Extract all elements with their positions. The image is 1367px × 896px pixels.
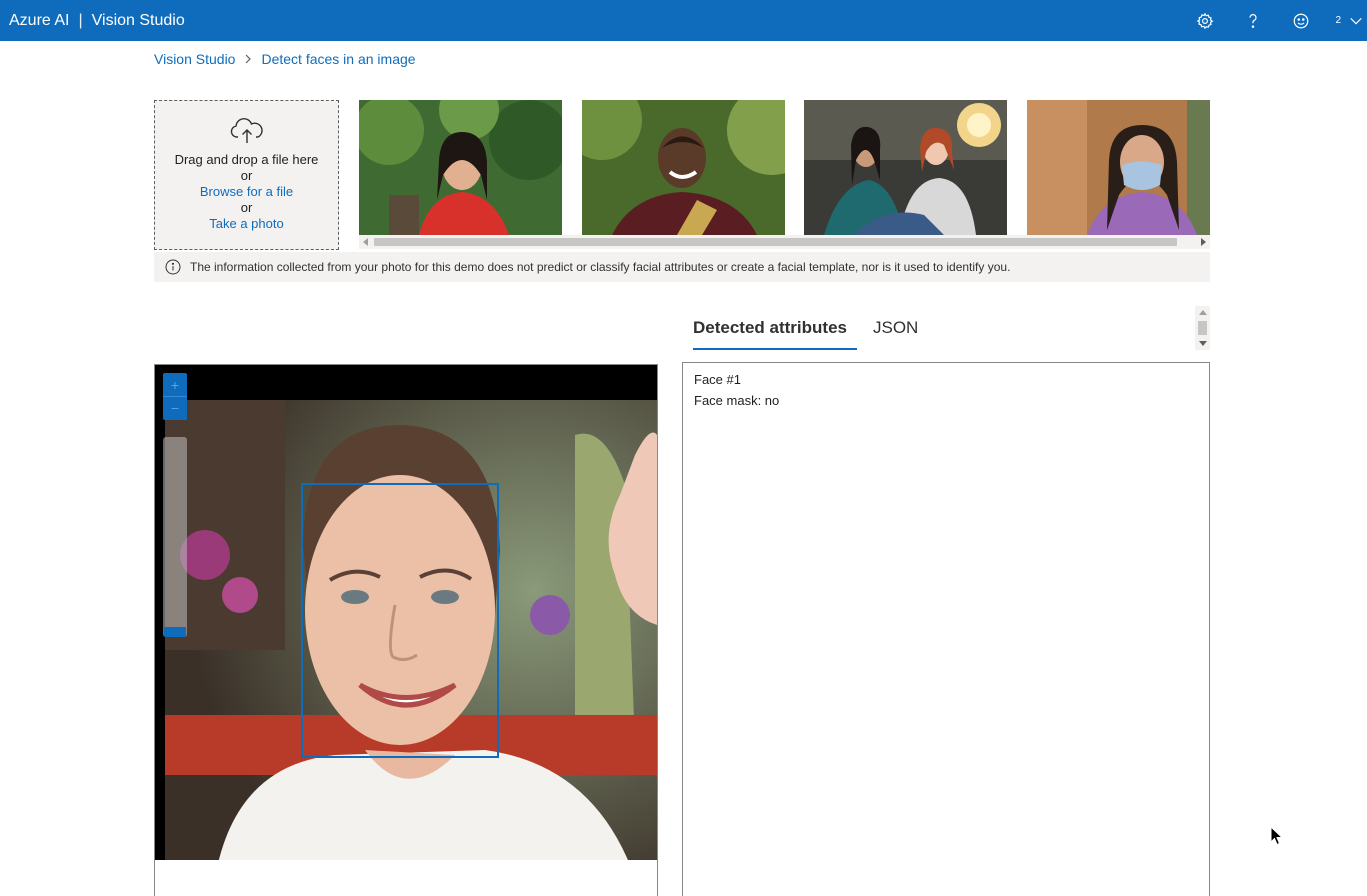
header-actions: 2 bbox=[1181, 0, 1367, 41]
result-face-title: Face #1 bbox=[694, 372, 741, 387]
or-text: or bbox=[240, 168, 253, 183]
help-icon bbox=[1249, 13, 1257, 28]
zoom-in-button[interactable]: + bbox=[163, 373, 187, 396]
browse-file-link[interactable]: Browse for a file bbox=[155, 184, 338, 200]
chevron-right-icon bbox=[246, 54, 252, 64]
cloud-upload-icon bbox=[230, 118, 263, 143]
brand-separator: | bbox=[78, 11, 83, 29]
breadcrumb-vision-studio[interactable]: Vision Studio bbox=[154, 51, 235, 67]
zoom-slider[interactable] bbox=[163, 437, 187, 637]
scroll-down-icon[interactable] bbox=[1199, 341, 1207, 346]
scroll-left-icon[interactable] bbox=[363, 238, 368, 246]
info-icon bbox=[165, 259, 181, 275]
feedback-button[interactable] bbox=[1277, 0, 1325, 41]
feedback-smiley-icon bbox=[1294, 13, 1309, 28]
scroll-right-icon[interactable] bbox=[1201, 238, 1206, 246]
sample-image-4[interactable] bbox=[1027, 100, 1210, 235]
breadcrumb: Vision Studio Detect faces in an image bbox=[154, 51, 416, 67]
sample-image-2[interactable] bbox=[582, 100, 785, 235]
results-tabs: Detected attributes JSON bbox=[683, 306, 928, 350]
account-badge: 2 bbox=[1335, 15, 1341, 26]
sample-image-1[interactable] bbox=[359, 100, 562, 235]
help-button[interactable] bbox=[1229, 0, 1277, 41]
brand-name: Azure AI bbox=[9, 11, 70, 29]
account-menu[interactable]: 2 bbox=[1325, 0, 1367, 41]
detected-attributes-panel: Face #1 Face mask: no bbox=[682, 362, 1210, 896]
privacy-info-text: The information collected from your phot… bbox=[190, 260, 1011, 274]
result-face-mask: Face mask: no bbox=[694, 393, 780, 408]
mouse-cursor-icon bbox=[1270, 826, 1284, 846]
zoom-slider-fill[interactable] bbox=[164, 627, 186, 637]
zoom-controls: + − bbox=[163, 373, 187, 420]
gallery-scrollbar[interactable] bbox=[359, 235, 1210, 249]
zoom-out-button[interactable]: − bbox=[163, 396, 187, 419]
sample-gallery bbox=[359, 100, 1210, 235]
take-photo-link[interactable]: Take a photo bbox=[155, 216, 338, 232]
or-text: or bbox=[240, 200, 253, 215]
sample-image-3[interactable] bbox=[804, 100, 1007, 235]
scrollbar-thumb[interactable] bbox=[374, 238, 1177, 246]
chevron-down-icon bbox=[1350, 17, 1362, 24]
privacy-info-bar: The information collected from your phot… bbox=[154, 252, 1210, 282]
face-bounding-box[interactable] bbox=[301, 483, 499, 758]
drag-drop-text: Drag and drop a file here bbox=[174, 152, 319, 167]
scrollbar-thumb[interactable] bbox=[1198, 321, 1207, 335]
settings-button[interactable] bbox=[1181, 0, 1229, 41]
product-name: Vision Studio bbox=[91, 11, 185, 29]
file-drop-zone[interactable]: Drag and drop a file here or Browse for … bbox=[154, 100, 339, 250]
tab-json[interactable]: JSON bbox=[863, 306, 928, 350]
image-viewer[interactable]: + − bbox=[154, 364, 658, 896]
tab-detected-attributes[interactable]: Detected attributes bbox=[683, 306, 857, 350]
top-app-bar: Azure AI | Vision Studio 2 bbox=[0, 0, 1367, 41]
scroll-up-icon[interactable] bbox=[1199, 310, 1207, 315]
brand[interactable]: Azure AI | Vision Studio bbox=[0, 12, 185, 30]
tabs-scrollbar[interactable] bbox=[1195, 306, 1210, 350]
settings-icon bbox=[1197, 12, 1214, 29]
breadcrumb-detect-faces[interactable]: Detect faces in an image bbox=[261, 51, 415, 67]
